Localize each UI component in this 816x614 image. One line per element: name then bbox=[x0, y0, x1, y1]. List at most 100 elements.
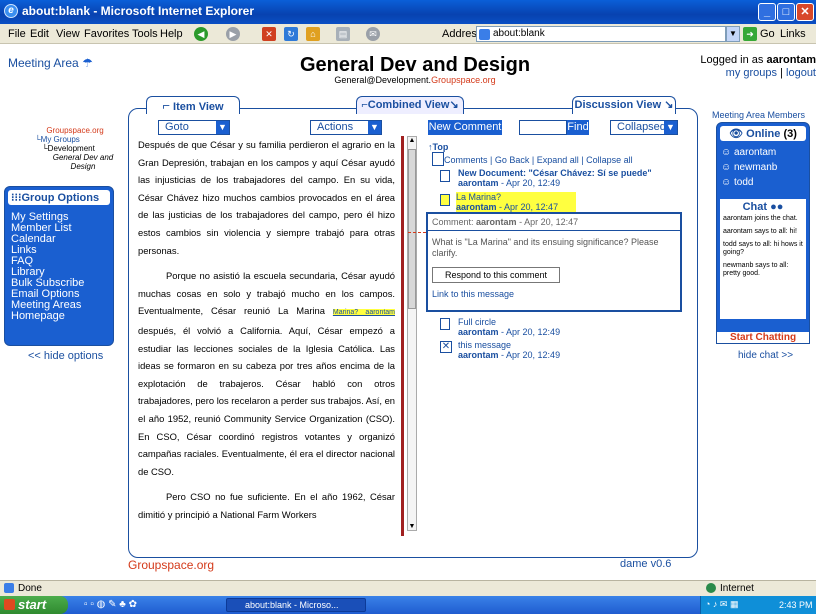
actions-select[interactable]: Actions ▼ bbox=[310, 120, 382, 135]
respond-button[interactable]: Respond to this comment bbox=[432, 267, 560, 283]
home-icon[interactable]: ⌂ bbox=[306, 27, 320, 41]
avatar-icon: ☺ bbox=[721, 162, 734, 173]
system-tray: ◔ ♪ ✉ ▦ 2:43 PM bbox=[700, 596, 816, 614]
collapsed-select[interactable]: Collapsed ▼ bbox=[610, 120, 678, 135]
my-groups-link[interactable]: my groups bbox=[726, 67, 777, 79]
tab-combined-view[interactable]: ⌐Combined View↘ bbox=[356, 96, 464, 114]
document-text: Después de que César y su familia perdie… bbox=[134, 136, 404, 536]
members-list: ☺ aarontam ☺ newmanb ☺ todd bbox=[717, 144, 809, 193]
page-icon bbox=[479, 29, 490, 40]
menu-edit[interactable]: Edit bbox=[30, 28, 49, 40]
meeting-area-icon: ☂ bbox=[82, 56, 93, 70]
comment-item-3[interactable]: Full circle aarontam - Apr 20, 12:49 bbox=[458, 317, 560, 337]
address-value: about:blank bbox=[493, 28, 545, 39]
scroll-thumb[interactable] bbox=[408, 149, 416, 309]
new-comment-button[interactable]: New Comment bbox=[428, 120, 502, 135]
tree-my-groups[interactable]: └My Groups bbox=[30, 135, 120, 144]
close-icon[interactable]: ✕ bbox=[796, 3, 814, 21]
history-icon[interactable]: ▤ bbox=[336, 27, 350, 41]
member-item[interactable]: ☺ newmanb bbox=[721, 161, 805, 176]
comment-item-1[interactable]: New Document: "César Chávez: Sí se puede… bbox=[458, 168, 652, 188]
taskbar-ie-button[interactable]: about:blank - Microso... bbox=[226, 598, 366, 612]
links-button[interactable]: Links bbox=[780, 28, 806, 40]
tree-current-group[interactable]: General Dev and Design bbox=[30, 153, 120, 171]
doc-paragraph-1: Después de que César y su familia perdie… bbox=[138, 139, 395, 256]
login-info: Logged in as aarontam bbox=[700, 54, 816, 66]
comment-item-2[interactable]: La Marina? aarontam - Apr 20, 12:47 bbox=[456, 192, 576, 212]
address-input[interactable]: about:blank bbox=[476, 26, 726, 42]
footer-version: dame v0.6 bbox=[620, 558, 672, 570]
menu-tools[interactable]: Tools bbox=[132, 28, 158, 40]
tab-item-view[interactable]: ⌐ Item View bbox=[146, 96, 240, 114]
find-button[interactable]: Find bbox=[567, 120, 589, 135]
comments-toolbar[interactable]: Comments | Go Back | Expand all | Collap… bbox=[444, 155, 633, 165]
mail-icon[interactable]: ✉ bbox=[366, 27, 380, 41]
go-icon[interactable]: ➜ bbox=[743, 27, 757, 41]
window-title: about:blank - Microsoft Internet Explore… bbox=[22, 4, 255, 18]
scroll-down-icon[interactable]: ▼ bbox=[408, 523, 416, 530]
page-content: Meeting Area ☂ General Dev and Design Ge… bbox=[0, 44, 816, 580]
zone-text: Internet bbox=[720, 583, 754, 594]
refresh-icon[interactable]: ↻ bbox=[284, 27, 298, 41]
top-link[interactable]: ↑Top bbox=[428, 142, 448, 152]
group-options-panel: ⁝⁝⁝Group Options My Settings Member List C… bbox=[4, 186, 114, 346]
link-to-message[interactable]: Link to this message bbox=[428, 283, 680, 299]
stop-icon[interactable]: ✕ bbox=[262, 27, 276, 41]
chevron-down-icon: ▼ bbox=[368, 121, 381, 134]
group-tree: Groupspace.org └My Groups └Development G… bbox=[30, 126, 120, 171]
quicklaunch-icons[interactable]: ▫ ▫ ◍ ✎ ♣ ✿ bbox=[84, 599, 137, 610]
taskbar: start ▫ ▫ ◍ ✎ ♣ ✿ about:blank - Microso.… bbox=[0, 596, 816, 614]
member-name: newmanb bbox=[734, 162, 778, 173]
header-links: my groups | logout bbox=[725, 67, 816, 79]
address-dropdown-icon[interactable]: ▼ bbox=[726, 26, 740, 42]
clock: 2:43 PM bbox=[779, 600, 813, 610]
document-icon bbox=[432, 152, 444, 166]
menu-favorites[interactable]: Favorites bbox=[84, 28, 129, 40]
menu-help[interactable]: Help bbox=[160, 28, 183, 40]
chat-title: Chat ●● bbox=[742, 201, 784, 213]
minimize-icon[interactable]: _ bbox=[758, 3, 776, 21]
comment-detail-text: What is "La Marina" and its ensuing sign… bbox=[432, 237, 659, 258]
maximize-icon[interactable]: □ bbox=[777, 3, 795, 21]
scroll-up-icon[interactable]: ▲ bbox=[408, 137, 416, 144]
forward-icon[interactable]: ▶ bbox=[226, 27, 240, 41]
highlight-marker[interactable]: Marina? aarontam bbox=[332, 309, 396, 317]
group-option-item[interactable]: Homepage bbox=[11, 311, 107, 322]
menu-file[interactable]: File bbox=[8, 28, 26, 40]
go-button[interactable]: Go bbox=[760, 28, 775, 40]
member-item[interactable]: ☺ aarontam bbox=[721, 146, 805, 161]
find-input[interactable] bbox=[519, 120, 567, 135]
avatar-icon: ☺ bbox=[721, 147, 734, 158]
tab-discussion-view[interactable]: Discussion View ↘ bbox=[572, 96, 676, 114]
document-scrollbar[interactable]: ▲ ▼ bbox=[407, 136, 417, 531]
chat-box: Chat ●● aarontam joins the chat. aarontam… bbox=[720, 199, 806, 319]
hide-options-link[interactable]: << hide options bbox=[28, 350, 103, 362]
done-icon bbox=[4, 583, 14, 593]
start-chatting-button[interactable]: Start Chatting bbox=[716, 332, 810, 344]
menu-bar: File Edit View Favorites Tools Help ◀ ▶ … bbox=[0, 24, 816, 44]
comment-detail-header: Comment: aarontam - Apr 20, 12:47 bbox=[428, 214, 680, 231]
chevron-down-icon: ▼ bbox=[216, 121, 229, 134]
goto-label: Goto bbox=[165, 121, 189, 133]
tree-groupspace[interactable]: Groupspace.org bbox=[30, 126, 120, 135]
hide-chat-link[interactable]: hide chat >> bbox=[738, 350, 793, 361]
tray-icons[interactable]: ◔ ♪ ✉ ▦ bbox=[705, 599, 738, 610]
meeting-area-label: Meeting Area ☂ bbox=[8, 56, 93, 70]
chat-message: todd says to all: hi hows it going? bbox=[723, 241, 803, 256]
doc-paragraph-2: Porque no asistió la escuela secundaria,… bbox=[138, 270, 396, 477]
member-item[interactable]: ☺ todd bbox=[721, 176, 805, 191]
chevron-down-icon: ▼ bbox=[664, 121, 677, 134]
back-icon[interactable]: ◀ bbox=[194, 27, 208, 41]
window-title-bar[interactable]: e about:blank - Microsoft Internet Explo… bbox=[0, 0, 816, 24]
comment-detail-panel: Comment: aarontam - Apr 20, 12:47 What i… bbox=[426, 212, 682, 312]
online-header: 👁 Online (3) bbox=[720, 126, 806, 141]
goto-select[interactable]: Goto ▼ bbox=[158, 120, 230, 135]
tree-development[interactable]: └Development bbox=[30, 144, 120, 153]
ie-icon: e bbox=[4, 4, 18, 18]
logout-link[interactable]: logout bbox=[786, 67, 816, 79]
menu-view[interactable]: View bbox=[56, 28, 80, 40]
member-name: aarontam bbox=[734, 147, 777, 158]
actions-label: Actions bbox=[317, 121, 354, 133]
collapsed-label: Collapsed bbox=[617, 121, 666, 133]
comment-item-4[interactable]: this message aarontam - Apr 20, 12:49 bbox=[458, 340, 560, 360]
